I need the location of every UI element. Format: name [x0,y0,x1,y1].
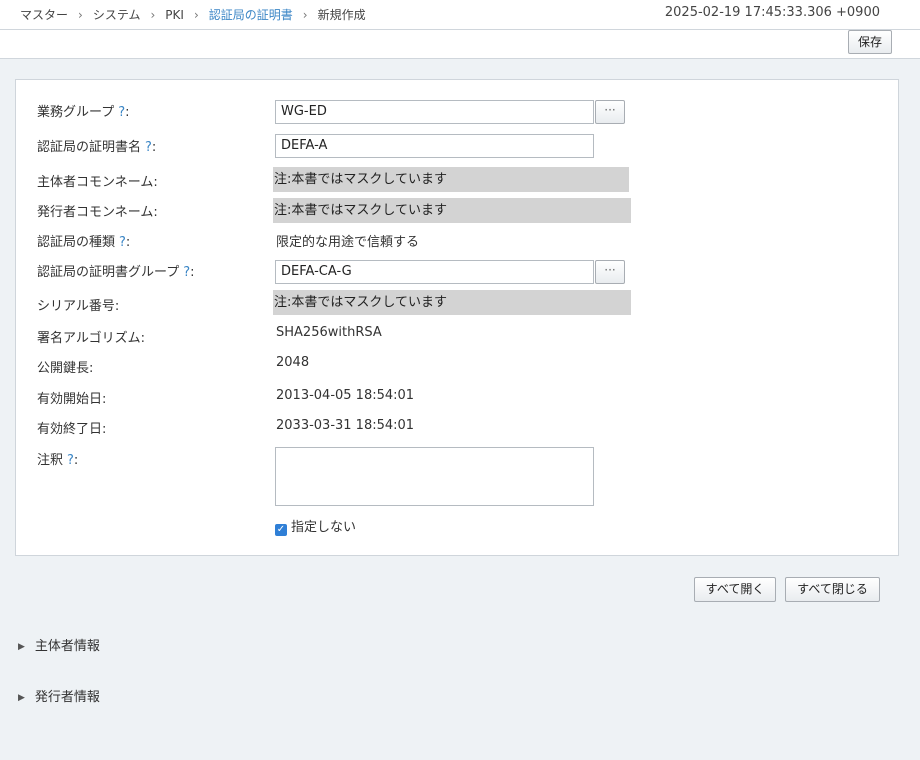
serial-label: シリアル番号: [37,299,120,314]
breadcrumb-separator: › [150,8,156,22]
help-icon[interactable]: ? [119,235,126,250]
cert-group-label: 認証局の証明書グループ?: [37,265,195,280]
cert-group-input[interactable]: DEFA-CA-G [275,260,594,284]
expand-triangle-icon: ▶ [18,642,25,652]
timestamp: 2025-02-19 17:45:33.306 +0900 [664,5,880,20]
save-button[interactable]: 保存 [848,30,892,54]
cert-name-label-text: 認証局の証明書名 [37,140,142,155]
business-group-browse-button[interactable]: ··· [595,100,625,124]
subject-cn-masked-value: 注:本書ではマスクしています [273,167,629,192]
help-icon[interactable]: ? [145,140,152,155]
issuer-cn-label: 発行者コモンネーム: [37,205,158,220]
valid-to-value: 2033-03-31 18:54:01 [276,418,415,433]
business-group-label: 業務グループ?: [37,105,130,120]
unspecified-label: 指定しない [291,520,357,535]
breadcrumb-separator: › [193,8,199,22]
key-length-label: 公開鍵長: [37,361,94,376]
collapse-all-button[interactable]: すべて閉じる [785,577,880,602]
valid-from-label: 有効開始日: [37,392,107,407]
breadcrumb-system[interactable]: システム [93,8,141,22]
issuer-cn-masked-value: 注:本書ではマスクしています [273,198,631,223]
key-length-value: 2048 [276,355,310,370]
cert-group-browse-button[interactable]: ··· [595,260,625,284]
serial-masked-value: 注:本書ではマスクしています [273,290,631,315]
toolbar: 保存 [0,30,920,59]
help-icon[interactable]: ? [183,265,190,280]
note-textarea[interactable] [275,447,594,506]
form-panel: 業務グループ?: WG-ED ··· 認証局の証明書名?: DEFA-A 主体者… [15,79,899,556]
ca-type-value: 限定的な用途で信頼する [276,235,420,250]
valid-from-value: 2013-04-05 18:54:01 [276,388,415,403]
business-group-input[interactable]: WG-ED [275,100,594,124]
breadcrumb-pki[interactable]: PKI [165,8,184,22]
breadcrumb-separator: › [302,8,308,22]
breadcrumb-master[interactable]: マスター [20,8,68,22]
ca-type-label: 認証局の種類?: [37,235,131,250]
cert-name-label: 認証局の証明書名?: [37,140,157,155]
breadcrumb-separator: › [78,8,83,22]
expand-all-button[interactable]: すべて開く [694,577,776,602]
note-label-text: 注釈 [37,453,64,468]
sig-alg-value: SHA256withRSA [276,325,382,340]
subject-info-section[interactable]: ▶ 主体者情報 [18,635,100,654]
breadcrumb: マスター › システム › PKI › 認証局の証明書 › 新規作成 [20,6,366,23]
help-icon[interactable]: ? [67,453,74,468]
issuer-info-label: 発行者情報 [34,690,100,705]
unspecified-checkbox[interactable]: ✓ [275,524,287,536]
ca-type-label-text: 認証局の種類 [37,235,116,250]
subject-info-label: 主体者情報 [34,639,100,654]
business-group-label-text: 業務グループ [37,105,115,120]
valid-to-label: 有効終了日: [37,422,107,437]
cert-name-input[interactable]: DEFA-A [275,134,594,158]
breadcrumb-ca-certificates[interactable]: 認証局の証明書 [209,8,293,22]
issuer-info-section[interactable]: ▶ 発行者情報 [18,686,100,705]
subject-cn-label: 主体者コモンネーム: [37,175,158,190]
cert-group-label-text: 認証局の証明書グループ [37,265,180,280]
top-bar: マスター › システム › PKI › 認証局の証明書 › 新規作成 2025-02-19 17… [0,0,920,30]
help-icon[interactable]: ? [118,105,125,120]
unspecified-option[interactable]: ✓ 指定しない [275,516,356,536]
breadcrumb-current-page: 新規作成 [317,8,366,22]
sig-alg-label: 署名アルゴリズム: [37,331,145,346]
note-label: 注釈?: [37,453,79,468]
expand-triangle-icon: ▶ [18,693,25,703]
